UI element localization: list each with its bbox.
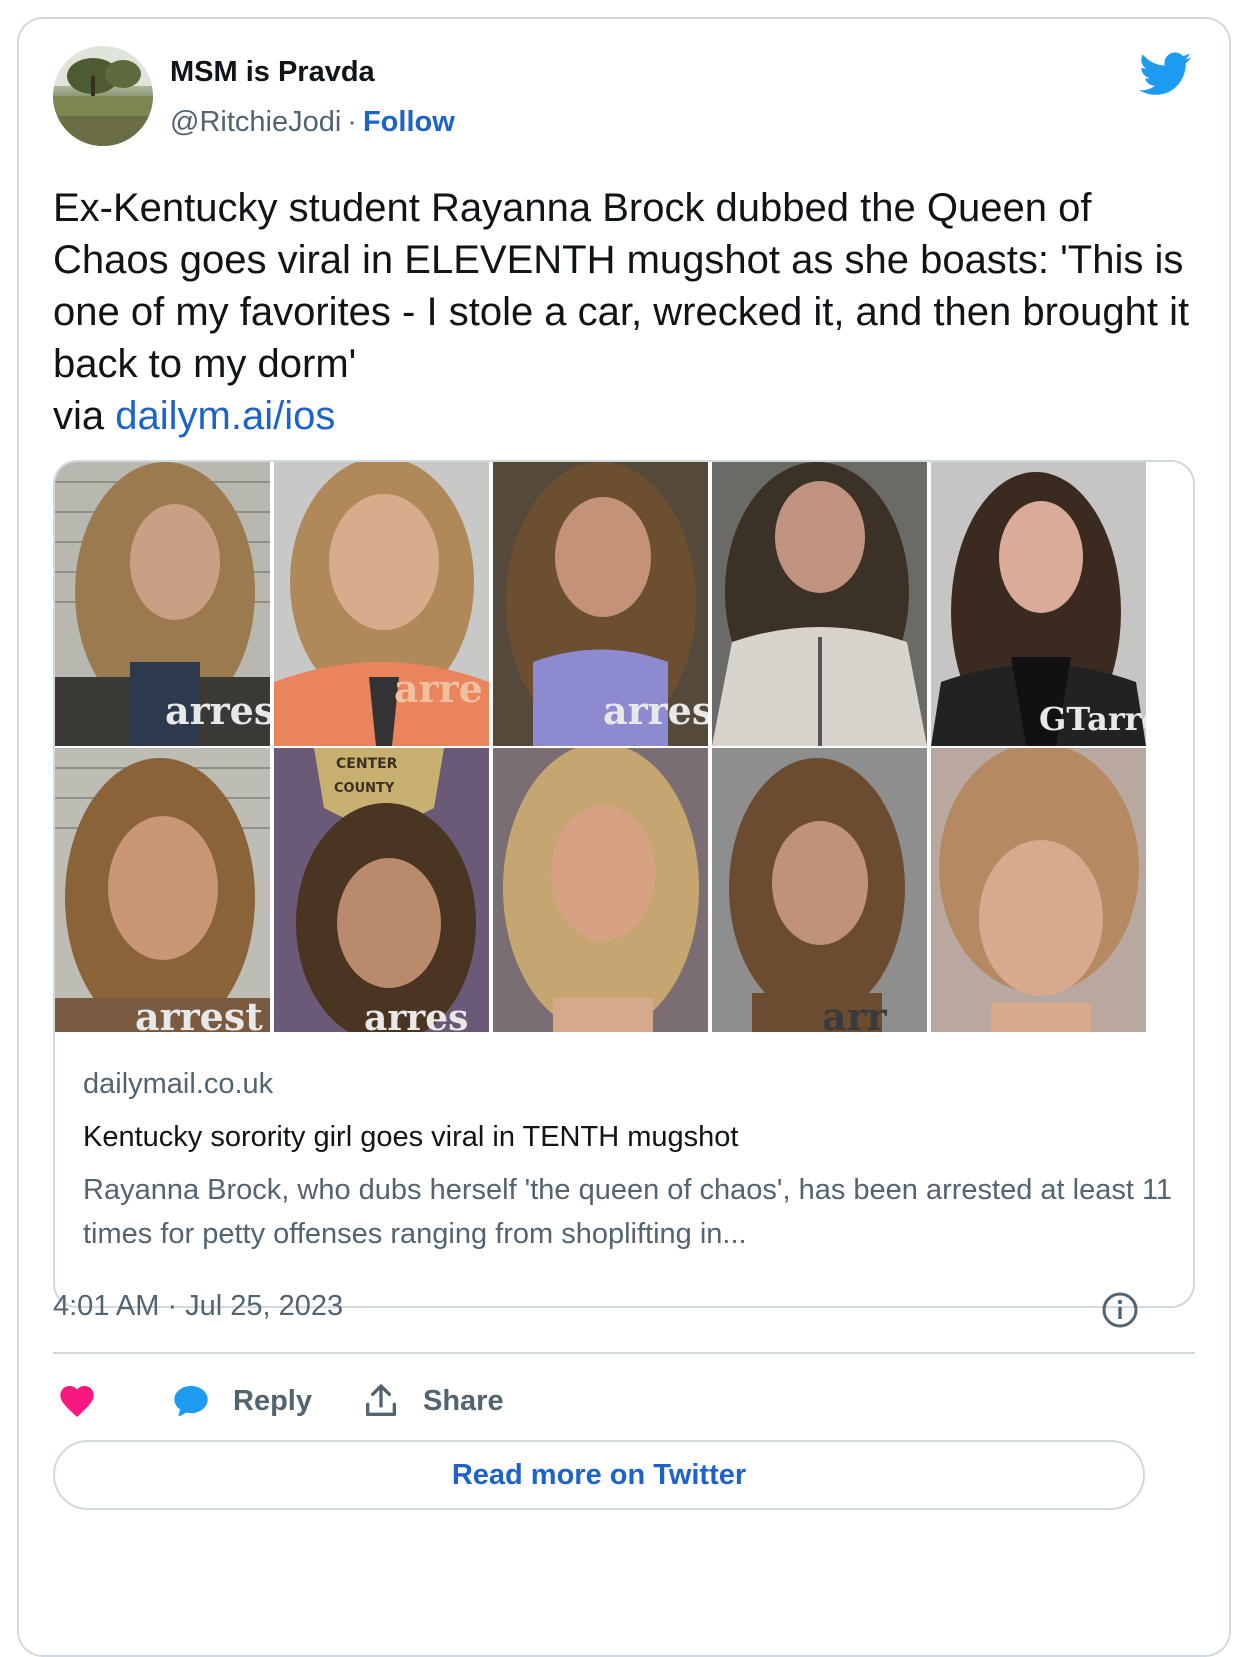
mugshot-collage: arres arre arres GTarr arrest CENTER COU…: [55, 462, 1193, 1032]
mugshot-image-4: [712, 462, 927, 746]
link-description: Rayanna Brock, who dubs herself 'the que…: [83, 1174, 1173, 1250]
share-upload-icon: [366, 1384, 396, 1416]
tweet-body: Ex-Kentucky student Rayanna Brock dubbed…: [53, 186, 1190, 386]
info-icon[interactable]: [1100, 1290, 1140, 1330]
link-domain: dailymail.co.uk: [83, 1068, 274, 1100]
like-button[interactable]: [57, 1376, 97, 1426]
watermark-5: GTarre: [1039, 700, 1146, 738]
mugshot-image-7: CENTER COUNTY arres: [274, 748, 489, 1032]
author-handle[interactable]: @RitchieJodi: [170, 106, 341, 138]
watermark-2: arre: [394, 666, 483, 711]
author-handle-row: @RitchieJodi · Follow: [170, 106, 455, 139]
watermark-9: arr: [822, 994, 888, 1032]
author-display-name[interactable]: MSM is Pravda: [170, 56, 375, 89]
reply-button[interactable]: Reply: [171, 1376, 312, 1426]
read-more-button[interactable]: Read more on Twitter: [53, 1440, 1145, 1510]
mugshot-image-6: arrest: [55, 748, 270, 1032]
watermark-6: arrest: [135, 994, 263, 1032]
tweet-text: Ex-Kentucky student Rayanna Brock dubbed…: [53, 182, 1193, 442]
badge-text-1: CENTER: [336, 756, 398, 772]
separator-dot: ·: [347, 106, 357, 138]
watermark-3: arres: [603, 688, 708, 733]
reply-label: Reply: [233, 1384, 312, 1417]
twitter-bird-icon[interactable]: [1140, 52, 1192, 96]
share-label: Share: [423, 1384, 504, 1417]
watermark-7: arres: [364, 997, 468, 1032]
via-label: via: [53, 394, 105, 438]
heart-icon: [60, 1386, 94, 1417]
follow-button[interactable]: Follow: [363, 106, 455, 138]
divider: [53, 1352, 1195, 1354]
tweet-timestamp[interactable]: 4:01 AM · Jul 25, 2023: [53, 1290, 343, 1323]
link-meta: dailymail.co.uk Kentucky sorority girl g…: [83, 1068, 1173, 1256]
mugshot-image-3: arres: [493, 462, 708, 746]
badge-text-2: COUNTY: [334, 781, 395, 796]
mugshot-image-2: arre: [274, 462, 489, 746]
mugshot-image-1: arres: [55, 462, 270, 746]
link-title: Kentucky sorority girl goes viral in TEN…: [83, 1121, 739, 1153]
mugshot-image-5: GTarre: [931, 462, 1146, 746]
link-preview-card[interactable]: arres arre arres GTarr arrest CENTER COU…: [53, 460, 1195, 1308]
mugshot-image-10: [931, 748, 1146, 1032]
avatar[interactable]: [53, 46, 153, 146]
mugshot-image-8: [493, 748, 708, 1032]
mugshot-image-9: arr: [712, 748, 927, 1032]
share-button[interactable]: Share: [361, 1376, 504, 1426]
speech-bubble-icon: [174, 1386, 208, 1417]
watermark-1: arres: [165, 688, 270, 733]
tweet-link[interactable]: dailym.ai/ios: [115, 394, 335, 438]
